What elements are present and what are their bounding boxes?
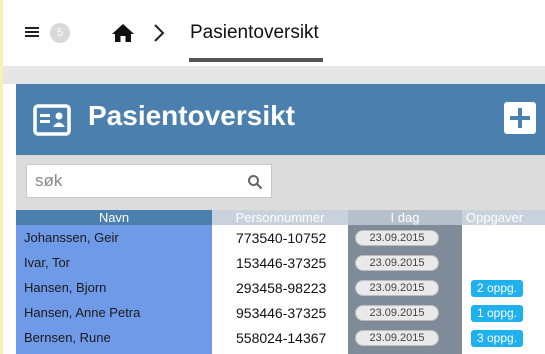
table-row[interactable]: Hansen, Bjorn 293458-98223 23.09.2015 2 … <box>16 275 545 301</box>
patient-table: Navn Personnummer I dag Oppgaver Johanss… <box>16 210 545 354</box>
task-count-badge[interactable]: 3 oppg. <box>471 330 524 347</box>
patient-name[interactable]: Bernsen, Rune <box>24 330 111 345</box>
patient-ssn: 773540-10752 <box>236 230 327 246</box>
active-tab-indicator <box>189 58 323 62</box>
notification-count-badge[interactable]: 5 <box>50 23 70 43</box>
search-input[interactable] <box>27 165 245 197</box>
hamburger-icon[interactable] <box>25 27 39 38</box>
patient-ssn: 558024-14367 <box>236 330 327 346</box>
column-header-today[interactable]: I dag <box>348 210 462 225</box>
chevron-right-icon <box>154 24 165 42</box>
table-row[interactable]: Ivar, Tor 153446-37325 23.09.2015 <box>16 250 545 276</box>
table-row[interactable]: Hansen, Anne Petra 953446-37325 23.09.20… <box>16 300 545 326</box>
breadcrumb-current-page[interactable]: Pasientoversikt <box>190 22 319 44</box>
date-badge: 23.09.2015 <box>355 230 439 246</box>
task-count-badge[interactable]: 1 oppg. <box>471 305 524 322</box>
patient-ssn: 953446-37325 <box>236 305 327 321</box>
patient-name[interactable]: Ivar, Tor <box>24 255 70 270</box>
search-bar-area <box>16 155 545 210</box>
home-icon[interactable] <box>111 23 135 43</box>
search-box <box>26 164 272 198</box>
top-navigation-bar: 5 Pasientoversikt <box>3 0 545 66</box>
patient-ssn: 293458-98223 <box>236 280 327 296</box>
search-icon[interactable] <box>247 174 263 190</box>
date-badge: 23.09.2015 <box>355 280 439 296</box>
column-header-name[interactable]: Navn <box>16 210 212 225</box>
column-header-ssn[interactable]: Personnummer <box>212 210 348 225</box>
header-divider-strip <box>3 66 545 84</box>
patient-ssn: 153446-37325 <box>236 255 327 271</box>
table-row[interactable]: Johanssen, Geir 773540-10752 23.09.2015 <box>16 225 545 251</box>
panel-header: Pasientoversikt <box>16 84 545 155</box>
column-header-tasks[interactable]: Oppgaver <box>462 210 545 225</box>
patient-overview-page: 5 Pasientoversikt Pasientoversikt søk Na… <box>0 0 545 354</box>
date-badge: 23.09.2015 <box>355 330 439 346</box>
id-card-icon <box>33 104 71 136</box>
date-badge: 23.09.2015 <box>355 255 439 271</box>
date-badge: 23.09.2015 <box>355 305 439 321</box>
patient-name[interactable]: Johanssen, Geir <box>24 230 119 245</box>
panel-title: Pasientoversikt <box>88 100 295 131</box>
table-row[interactable]: Bernsen, Rune 558024-14367 23.09.2015 3 … <box>16 325 545 351</box>
patient-name[interactable]: Hansen, Bjorn <box>24 280 106 295</box>
add-patient-button[interactable] <box>504 102 536 134</box>
task-count-badge[interactable]: 2 oppg. <box>471 280 524 297</box>
patient-name[interactable]: Hansen, Anne Petra <box>24 305 140 320</box>
